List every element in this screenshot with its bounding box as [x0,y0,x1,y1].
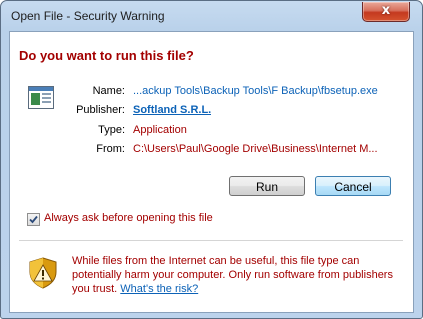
publisher-link[interactable]: Softland S.R.L. [133,104,211,116]
dialog-question: Do you want to run this file? [19,48,194,63]
name-label: Name: [92,85,125,97]
always-ask-label: Always ask before opening this file [44,212,213,224]
always-ask-checkbox[interactable] [27,213,40,226]
close-button[interactable]: x [362,2,410,22]
warning-message: While files from the Internet can be use… [72,254,402,296]
checkmark-icon [29,215,38,224]
name-value: ...ackup Tools\Backup Tools\F Backup\fbs… [133,85,378,97]
from-label: From: [96,143,125,155]
dialog-body: Do you want to run this file? Name: ...a… [9,31,414,313]
security-warning-dialog: Open File - Security Warning x Do you wa… [0,0,423,319]
divider [19,240,403,241]
type-label: Type: [98,124,125,136]
security-shield-icon [29,257,57,289]
title-bar[interactable]: Open File - Security Warning x [1,1,422,31]
type-value: Application [133,124,187,136]
close-icon: x [381,3,391,18]
run-button[interactable]: Run [229,176,305,196]
publisher-label: Publisher: [76,104,125,116]
cancel-button[interactable]: Cancel [315,176,391,196]
whats-the-risk-link[interactable]: What's the risk? [120,283,198,295]
window-title: Open File - Security Warning [11,9,165,23]
from-value: C:\Users\Paul\Google Drive\Business\Inte… [133,143,378,155]
